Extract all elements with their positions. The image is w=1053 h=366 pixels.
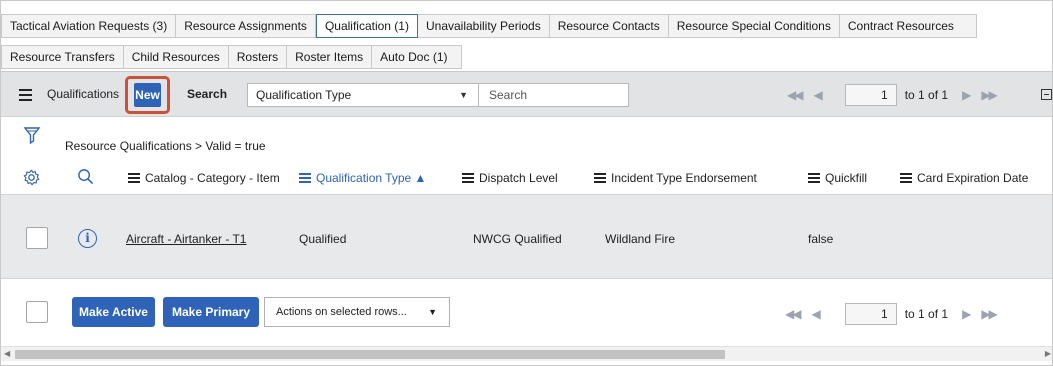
select-all-checkbox[interactable] [26,301,48,323]
cell-incident-type-endorsement: Wildland Fire [605,232,676,246]
page-range-text: to 1 of 1 [904,307,949,321]
cell-catalog-item-link[interactable]: Aircraft - Airtanker - T1 [126,232,246,246]
cell-dispatch-level: NWCG Qualified [473,232,562,246]
tab-unavailability-periods[interactable]: Unavailability Periods [417,14,550,38]
filter-breadcrumb[interactable]: Resource Qualifications > Valid = true [65,139,266,153]
prev-page-icon[interactable]: ◀ [813,88,822,102]
search-input[interactable]: Search [478,83,629,107]
scrollbar-thumb[interactable] [15,350,725,359]
bottom-pager: ◀◀ ◀ 1 to 1 of 1 ▶ ▶▶ [785,302,998,326]
info-icon[interactable]: i [78,229,97,248]
column-header-label: Catalog - Category - Item [145,171,280,185]
chevron-down-icon: ▼ [459,90,468,100]
horizontal-scrollbar[interactable]: ◀ ▶ [1,346,1052,361]
scroll-right-icon[interactable]: ▶ [1045,349,1051,358]
collapse-icon[interactable] [1041,89,1052,100]
tab-resource-contacts[interactable]: Resource Contacts [549,14,669,38]
column-menu-icon[interactable] [299,173,311,183]
search-field-select[interactable]: Qualification Type ▼ [247,83,479,107]
column-menu-icon[interactable] [462,173,474,183]
cell-qualification-type: Qualified [299,232,347,246]
first-page-icon[interactable]: ◀◀ [787,88,804,102]
actions-select-value: Actions on selected rows... [276,306,407,318]
column-header-incident-type-endorsement[interactable]: Incident Type Endorsement [594,171,757,185]
first-page-icon[interactable]: ◀◀ [785,307,802,321]
tab-resource-special-conditions[interactable]: Resource Special Conditions [668,14,840,38]
row-checkbox[interactable] [26,227,48,249]
column-header-label: Quickfill [825,171,868,185]
top-pager: ◀◀ ◀ 1 to 1 of 1 ▶ ▶▶ [787,83,998,107]
make-primary-button[interactable]: Make Primary [163,297,259,327]
search-icon[interactable] [77,168,94,185]
cell-quickfill: false [808,232,834,246]
table-row: i Aircraft - Airtanker - T1 Qualified NW… [1,194,1052,279]
new-button-highlight: New [125,76,170,114]
next-page-icon[interactable]: ▶ [962,88,971,102]
tab-resource-transfers[interactable]: Resource Transfers [1,45,124,69]
tab-roster-items[interactable]: Roster Items [287,45,373,69]
tab-qualification[interactable]: Qualification (1) [315,14,418,38]
column-header-label: Qualification Type ▲ [316,171,427,185]
tab-tactical-aviation-requests[interactable]: Tactical Aviation Requests (3) [1,14,177,38]
last-page-icon[interactable]: ▶▶ [981,307,998,321]
actions-on-selected-rows-select[interactable]: Actions on selected rows... ▼ [264,297,450,327]
column-header-label: Card Expiration Date [917,171,1029,185]
filter-icon[interactable] [24,127,40,145]
column-header-quickfill[interactable]: Quickfill [808,171,867,185]
hamburger-menu-icon[interactable] [17,86,35,104]
column-menu-icon[interactable] [900,173,912,183]
related-tabs-row-1: Tactical Aviation Requests (3) Resource … [1,14,977,38]
related-tabs-row-2: Resource Transfers Child Resources Roste… [1,45,463,69]
page-number-input[interactable]: 1 [844,84,897,106]
tab-contract-resources[interactable]: Contract Resources [839,14,977,38]
column-header-label: Incident Type Endorsement [611,171,757,185]
column-header-dispatch-level[interactable]: Dispatch Level [462,171,558,185]
make-active-button[interactable]: Make Active [72,297,155,327]
column-menu-icon[interactable] [128,173,140,183]
chevron-down-icon: ▼ [428,307,437,317]
column-header-card-expiration-date[interactable]: Card Expiration Date [900,171,1028,185]
scroll-left-icon[interactable]: ◀ [4,349,10,358]
column-header-qualification-type[interactable]: Qualification Type ▲ [299,171,426,185]
page-range-text: to 1 of 1 [904,88,949,102]
search-label: Search [187,87,228,101]
page-number-input[interactable]: 1 [844,303,897,325]
tab-resource-assignments[interactable]: Resource Assignments [176,14,316,38]
column-menu-icon[interactable] [808,173,820,183]
column-menu-icon[interactable] [594,173,606,183]
list-title: Qualifications [47,87,120,101]
prev-page-icon[interactable]: ◀ [811,307,820,321]
tab-rosters[interactable]: Rosters [228,45,288,69]
last-page-icon[interactable]: ▶▶ [981,88,998,102]
column-header-catalog[interactable]: Catalog - Category - Item [128,171,280,185]
tab-auto-doc[interactable]: Auto Doc (1) [372,45,463,69]
tab-child-resources[interactable]: Child Resources [123,45,229,69]
search-field-value: Qualification Type [256,88,352,102]
column-header-label: Dispatch Level [479,171,558,185]
new-button[interactable]: New [134,83,161,107]
gear-icon[interactable] [23,169,40,186]
related-list-panel: Tactical Aviation Requests (3) Resource … [0,0,1053,366]
list-toolbar: Qualifications New Search Qualification … [1,71,1052,117]
next-page-icon[interactable]: ▶ [962,307,971,321]
